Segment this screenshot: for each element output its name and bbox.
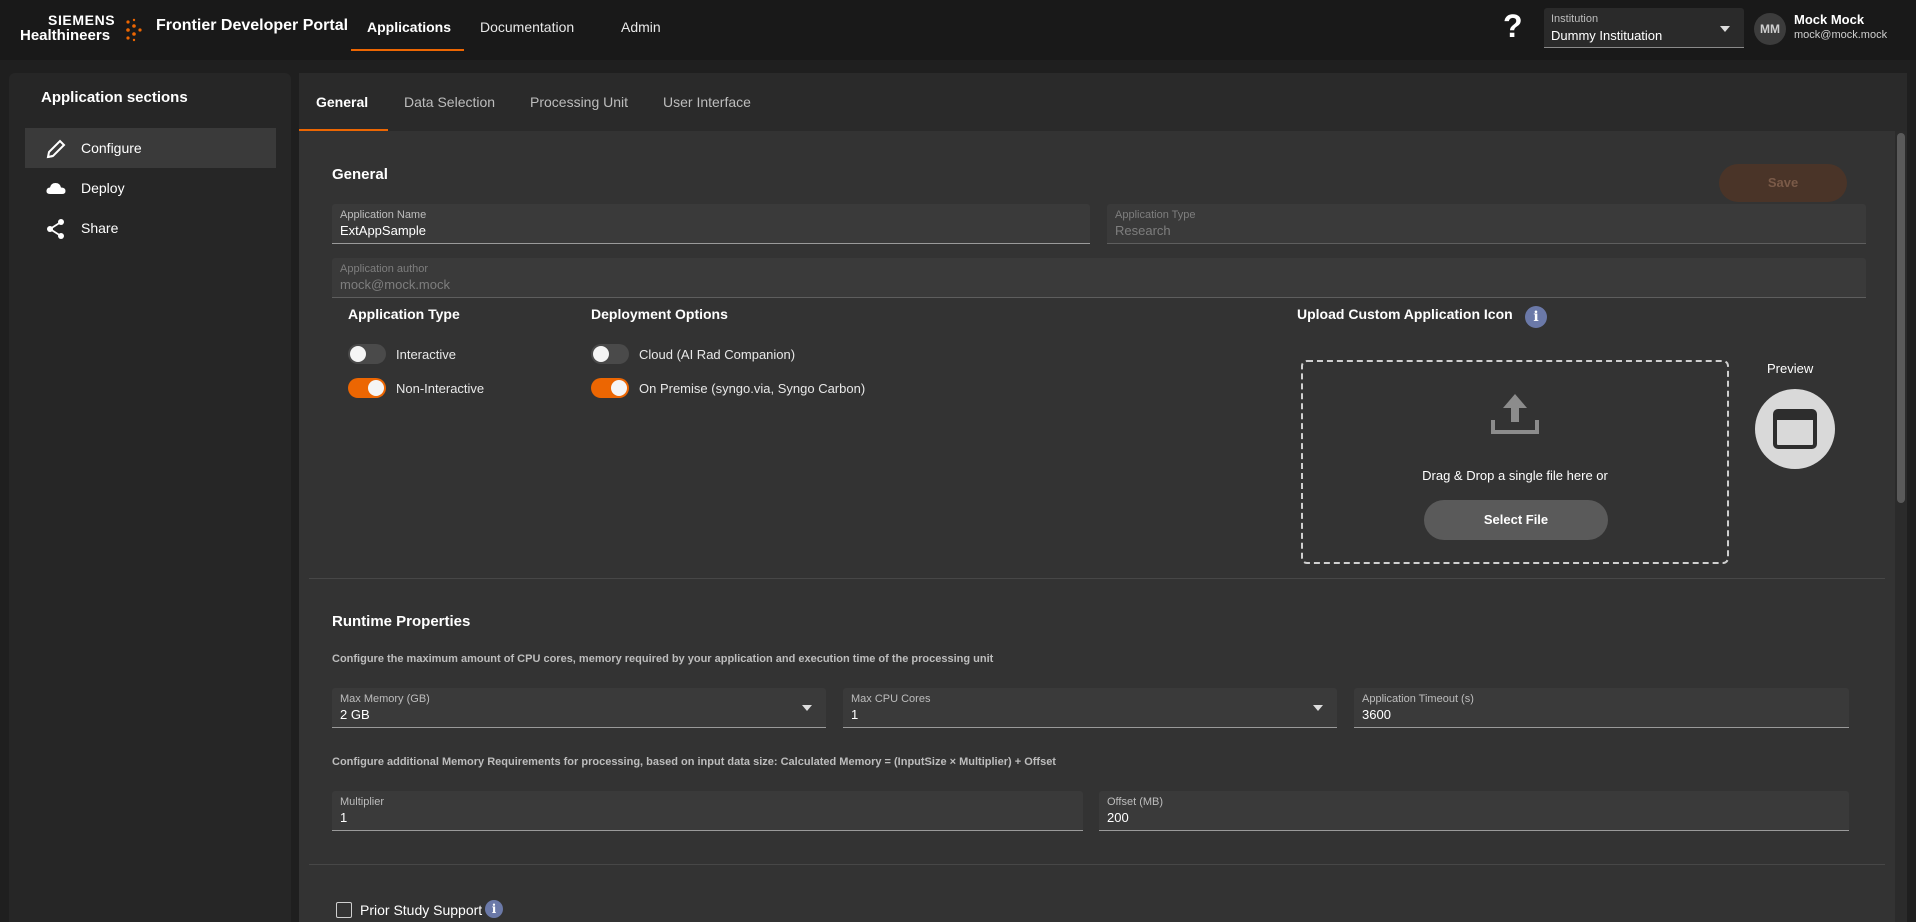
interactive-toggle[interactable] (348, 344, 386, 364)
prior-study-checkbox[interactable] (336, 902, 352, 918)
logo-dots-icon (126, 18, 142, 42)
toggle-knob (368, 380, 384, 396)
memory-description: Configure additional Memory Requirements… (332, 756, 1056, 768)
tab-bar: General Data Selection Processing Unit U… (299, 73, 1907, 131)
preview-label: Preview (1767, 361, 1814, 376)
info-icon[interactable]: i (485, 900, 503, 918)
chevron-down-icon (1313, 705, 1323, 711)
user-name: Mock Mock (1794, 12, 1865, 27)
interactive-label: Interactive (396, 347, 456, 362)
cloud-toggle[interactable] (591, 344, 629, 364)
save-button[interactable]: Save (1719, 164, 1847, 202)
tab-processing-unit[interactable]: Processing Unit (530, 94, 628, 110)
section-divider (309, 578, 1885, 579)
siemens-healthineers-logo[interactable]: SIEMENS Healthineers (20, 12, 142, 46)
field-value: 3600 (1362, 707, 1391, 722)
nav-documentation[interactable]: Documentation (480, 19, 574, 35)
sidebar: Application sections Configure Deploy Sh… (9, 73, 291, 922)
on-premise-toggle[interactable] (591, 378, 629, 398)
sidebar-item-label: Share (81, 220, 119, 236)
sidebar-item-configure[interactable]: Configure (25, 128, 276, 168)
field-value: mock@mock.mock (340, 277, 450, 292)
field-value: ExtAppSample (340, 223, 426, 238)
field-value: 1 (340, 810, 348, 825)
sidebar-item-label: Deploy (81, 180, 125, 196)
field-label: Application Type (1115, 209, 1196, 221)
general-title: General (332, 166, 388, 183)
institution-label: Institution (1551, 13, 1599, 25)
field-label: Application Name (340, 209, 427, 221)
tab-user-interface[interactable]: User Interface (663, 94, 751, 110)
multiplier-field[interactable]: Multiplier 1 (332, 791, 1083, 831)
sidebar-item-share[interactable]: Share (25, 208, 276, 248)
toggle-knob (611, 380, 627, 396)
max-cpu-select[interactable]: Max CPU Cores 1 (843, 688, 1337, 728)
institution-select[interactable]: Institution Dummy Instituation (1544, 8, 1744, 48)
tab-data-selection[interactable]: Data Selection (404, 94, 495, 110)
cloud-icon (46, 183, 66, 194)
max-memory-select[interactable]: Max Memory (GB) 2 GB (332, 688, 826, 728)
chevron-down-icon (1720, 26, 1730, 32)
top-bar: SIEMENS Healthineers Frontier Developer … (0, 0, 1916, 60)
toggle-knob (593, 346, 609, 362)
institution-value: Dummy Instituation (1551, 28, 1663, 43)
deployment-options-title: Deployment Options (591, 306, 728, 322)
runtime-properties-title: Runtime Properties (332, 613, 471, 630)
user-avatar[interactable]: MM (1754, 13, 1786, 45)
application-name-field[interactable]: Application Name ExtAppSample (332, 204, 1090, 244)
field-label: Multiplier (340, 796, 385, 808)
section-divider (309, 864, 1885, 865)
application-timeout-field[interactable]: Application Timeout (s) 3600 (1354, 688, 1849, 728)
help-icon[interactable]: ? (1503, 8, 1523, 45)
nav-admin[interactable]: Admin (621, 19, 661, 35)
field-label: Application author (340, 263, 429, 275)
field-label: Application Timeout (s) (1362, 693, 1474, 705)
pencil-icon (46, 139, 66, 159)
nav-applications[interactable]: Applications (367, 19, 451, 35)
toggle-knob (350, 346, 366, 362)
user-email: mock@mock.mock (1794, 29, 1888, 41)
application-author-field: Application author mock@mock.mock (332, 258, 1866, 298)
sidebar-item-label: Configure (81, 140, 142, 156)
upload-icon (1491, 394, 1539, 434)
field-value: 2 GB (340, 707, 370, 722)
field-value: 1 (851, 707, 859, 722)
non-interactive-label: Non-Interactive (396, 381, 485, 396)
select-file-button[interactable]: Select File (1424, 500, 1608, 540)
prior-study-label: Prior Study Support (360, 902, 483, 918)
field-value: Research (1115, 223, 1171, 238)
upload-icon-title: Upload Custom Application Icon (1297, 306, 1513, 322)
runtime-description: Configure the maximum amount of CPU core… (332, 653, 994, 665)
chevron-down-icon (802, 705, 812, 711)
file-dropzone[interactable]: Drag & Drop a single file here or Select… (1301, 360, 1729, 564)
offset-field[interactable]: Offset (MB) 200 (1099, 791, 1849, 831)
icon-preview (1755, 389, 1835, 469)
field-label: Offset (MB) (1107, 796, 1164, 808)
dropzone-text: Drag & Drop a single file here or (1422, 468, 1608, 483)
field-label: Max CPU Cores (851, 693, 931, 705)
logo-line-1: SIEMENS (48, 12, 116, 28)
sidebar-item-deploy[interactable]: Deploy (25, 168, 276, 208)
cloud-label: Cloud (AI Rad Companion) (639, 347, 796, 362)
app-window-icon (1773, 409, 1817, 449)
application-type-title: Application Type (348, 306, 460, 322)
tab-general[interactable]: General (316, 94, 368, 110)
logo-line-2: Healthineers (20, 27, 111, 44)
field-label: Max Memory (GB) (340, 693, 430, 705)
scrollbar[interactable] (1895, 131, 1907, 922)
field-value: 200 (1107, 810, 1129, 825)
info-icon[interactable]: i (1525, 306, 1547, 328)
scrollbar-thumb[interactable] (1897, 133, 1905, 503)
portal-title[interactable]: Frontier Developer Portal (156, 17, 348, 35)
share-icon (47, 219, 64, 239)
sidebar-title: Application sections (41, 89, 188, 106)
main-panel: General Data Selection Processing Unit U… (299, 73, 1907, 922)
on-premise-label: On Premise (syngo.via, Syngo Carbon) (639, 381, 866, 396)
nav-active-indicator (351, 49, 464, 51)
non-interactive-toggle[interactable] (348, 378, 386, 398)
application-type-field: Application Type Research (1107, 204, 1866, 244)
